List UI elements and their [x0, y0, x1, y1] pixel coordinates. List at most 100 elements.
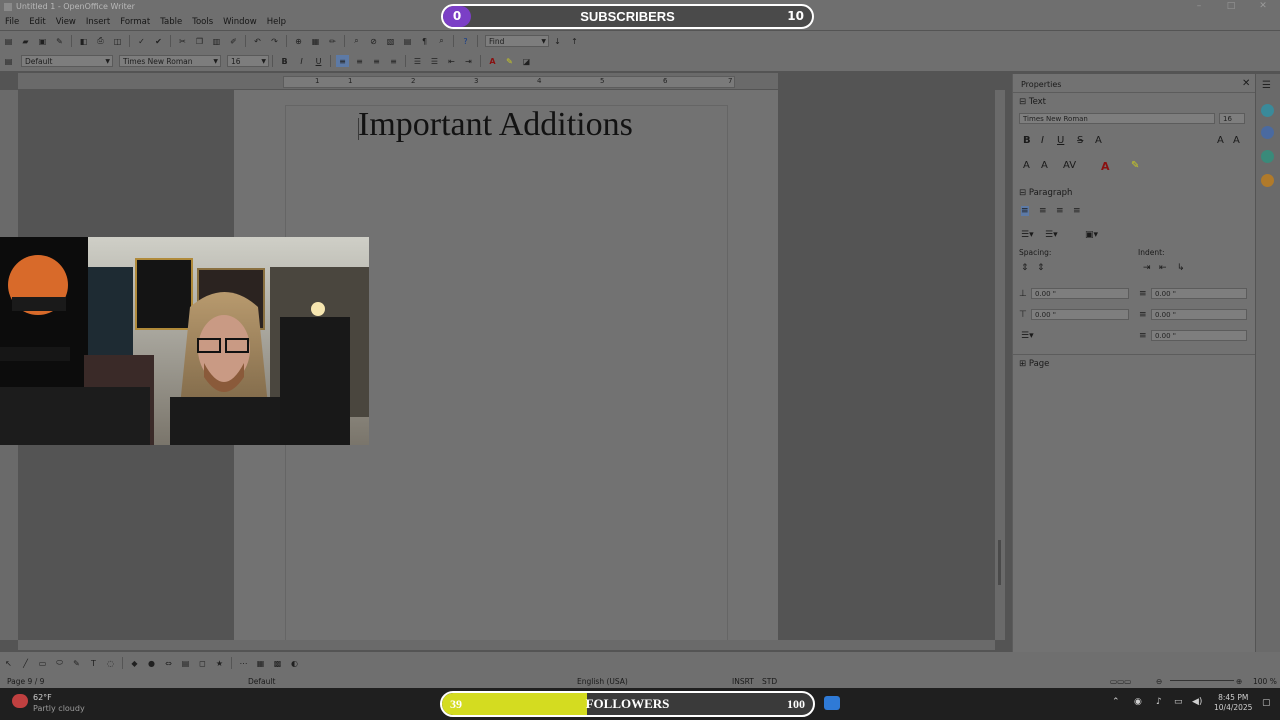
print-icon[interactable]: ⎙: [94, 35, 107, 47]
redo-icon[interactable]: ↷: [268, 35, 281, 47]
paragraph-style-select[interactable]: Default ▼: [21, 55, 113, 67]
bullets-icon[interactable]: ☰: [428, 55, 441, 67]
menu-view[interactable]: View: [51, 17, 81, 27]
sidebar-highlight-icon[interactable]: ✎: [1131, 160, 1139, 171]
menu-file[interactable]: File: [0, 17, 24, 27]
increase-spacing-icon[interactable]: ⇕: [1021, 263, 1029, 273]
basic-shapes-icon[interactable]: ◆: [128, 657, 141, 669]
weather-temperature[interactable]: 62°F: [33, 693, 52, 702]
freeform-icon[interactable]: ✎: [70, 657, 83, 669]
navigator-icon[interactable]: ⊘: [367, 35, 380, 47]
shadow-icon[interactable]: A: [1095, 135, 1102, 146]
font-name-select[interactable]: Times New Roman ▼: [119, 55, 221, 67]
font-color-icon[interactable]: A: [486, 55, 499, 67]
notification-icon[interactable]: ▢: [1262, 698, 1271, 708]
indent-before-field[interactable]: 0.00 ": [1151, 288, 1247, 299]
numbering-icon[interactable]: ☰: [411, 55, 424, 67]
sidebar-bullets-icon[interactable]: ☰▾: [1021, 230, 1034, 240]
cut-icon[interactable]: ✂: [176, 35, 189, 47]
undo-icon[interactable]: ↶: [251, 35, 264, 47]
styles-formatting-icon[interactable]: ▤: [2, 55, 15, 67]
chevron-down-icon[interactable]: ▼: [541, 36, 546, 48]
status-selection-mode[interactable]: STD: [762, 677, 777, 686]
character-spacing-icon[interactable]: AV: [1063, 160, 1076, 171]
horizontal-ruler[interactable]: 1 1 2 3 4 5 6 7: [18, 73, 778, 89]
section-page-header[interactable]: ⊞ Page: [1019, 359, 1049, 369]
align-left-icon[interactable]: ≡: [336, 55, 349, 67]
openoffice-taskbar-icon[interactable]: [824, 696, 840, 710]
zoom-in-icon[interactable]: ⊕: [1236, 677, 1242, 686]
system-clock[interactable]: 8:45 PM 10/4/2025: [1214, 693, 1252, 713]
styles-tab-icon[interactable]: [1261, 126, 1274, 139]
from-file-icon[interactable]: ▩: [271, 657, 284, 669]
sidebar-menu-icon[interactable]: ☰: [1262, 80, 1271, 91]
sidebar-font-color-icon[interactable]: A: [1101, 160, 1110, 173]
decrease-indent-icon[interactable]: ⇤: [1159, 263, 1167, 273]
document-heading[interactable]: Important Additions: [358, 106, 633, 144]
status-page-style[interactable]: Default: [248, 677, 275, 686]
hanging-indent-icon[interactable]: ↳: [1177, 263, 1185, 273]
weather-description[interactable]: Partly cloudy: [33, 704, 85, 713]
gallery-icon[interactable]: ▧: [384, 35, 397, 47]
callout-icon[interactable]: ◌: [104, 657, 117, 669]
status-language[interactable]: English (USA): [577, 677, 628, 686]
underline-button[interactable]: U: [312, 55, 325, 67]
show-draw-functions-icon[interactable]: ✏: [326, 35, 339, 47]
increase-indent-icon[interactable]: ⇥: [1143, 263, 1151, 273]
nonprinting-chars-icon[interactable]: ¶: [418, 35, 431, 47]
sidebar-font-size[interactable]: 16: [1219, 113, 1245, 124]
sidebar-justify-icon[interactable]: ≡: [1073, 206, 1081, 216]
status-zoom[interactable]: 100 %: [1253, 677, 1277, 686]
edit-file-icon[interactable]: ✎: [53, 35, 66, 47]
tray-overflow-icon[interactable]: ⌃: [1112, 697, 1120, 707]
section-paragraph-header[interactable]: ⊟ Paragraph: [1019, 188, 1072, 198]
text-icon[interactable]: T: [87, 657, 100, 669]
decrease-spacing-icon[interactable]: ⇕: [1037, 263, 1045, 273]
justify-icon[interactable]: ≡: [387, 55, 400, 67]
italic-button[interactable]: I: [295, 55, 308, 67]
zoom-out-icon[interactable]: ⊖: [1156, 677, 1162, 686]
maximize-icon[interactable]: □: [1216, 1, 1246, 11]
tray-app-icon[interactable]: ◉: [1134, 697, 1142, 707]
align-center-icon[interactable]: ≡: [353, 55, 366, 67]
paste-icon[interactable]: ▥: [210, 35, 223, 47]
close-icon[interactable]: ✕: [1248, 1, 1278, 11]
first-line-indent-field[interactable]: 0.00 ": [1151, 330, 1247, 341]
paragraph-background-icon[interactable]: ▣▾: [1085, 230, 1098, 240]
section-text-header[interactable]: ⊟ Text: [1019, 97, 1046, 107]
stars-icon[interactable]: ★: [213, 657, 226, 669]
save-icon[interactable]: ▣: [36, 35, 49, 47]
callouts-icon[interactable]: ◻: [196, 657, 209, 669]
export-pdf-icon[interactable]: ◧: [77, 35, 90, 47]
microphone-icon[interactable]: ♪: [1156, 697, 1162, 707]
strikethrough-icon[interactable]: S̶: [1077, 135, 1083, 146]
decrease-indent-icon[interactable]: ⇤: [445, 55, 458, 67]
table-icon[interactable]: ▦: [309, 35, 322, 47]
select-arrow-icon[interactable]: ↖: [2, 657, 15, 669]
minimize-icon[interactable]: –: [1184, 1, 1214, 11]
sidebar-close-icon[interactable]: ✕: [1242, 78, 1250, 89]
rectangle-icon[interactable]: ▭: [36, 657, 49, 669]
line-icon[interactable]: ╱: [19, 657, 32, 669]
chevron-down-icon[interactable]: ▼: [105, 56, 110, 68]
font-size-select[interactable]: 16 ▼: [227, 55, 269, 67]
symbol-shapes-icon[interactable]: ●: [145, 657, 158, 669]
chevron-down-icon[interactable]: ▼: [213, 56, 218, 68]
increase-indent-icon[interactable]: ⇥: [462, 55, 475, 67]
increase-font-icon[interactable]: A: [1217, 135, 1224, 146]
sidebar-align-center-icon[interactable]: ≡: [1039, 206, 1047, 216]
points-icon[interactable]: ⋯: [237, 657, 250, 669]
extrusion-icon[interactable]: ◐: [288, 657, 301, 669]
properties-tab-icon[interactable]: [1261, 104, 1274, 117]
navigator-tab-icon[interactable]: [1261, 174, 1274, 187]
menu-insert[interactable]: Insert: [81, 17, 115, 27]
sidebar-italic-icon[interactable]: I: [1041, 135, 1044, 146]
indent-after-field[interactable]: 0.00 ": [1151, 309, 1247, 320]
zoom-icon[interactable]: ⌕: [435, 35, 448, 47]
sidebar-align-left-icon[interactable]: ≡: [1021, 206, 1029, 216]
menu-format[interactable]: Format: [115, 17, 155, 27]
autospell-icon[interactable]: ✔: [152, 35, 165, 47]
sidebar-align-right-icon[interactable]: ≡: [1056, 206, 1064, 216]
new-document-icon[interactable]: ▤: [2, 35, 15, 47]
print-preview-icon[interactable]: ◫: [111, 35, 124, 47]
